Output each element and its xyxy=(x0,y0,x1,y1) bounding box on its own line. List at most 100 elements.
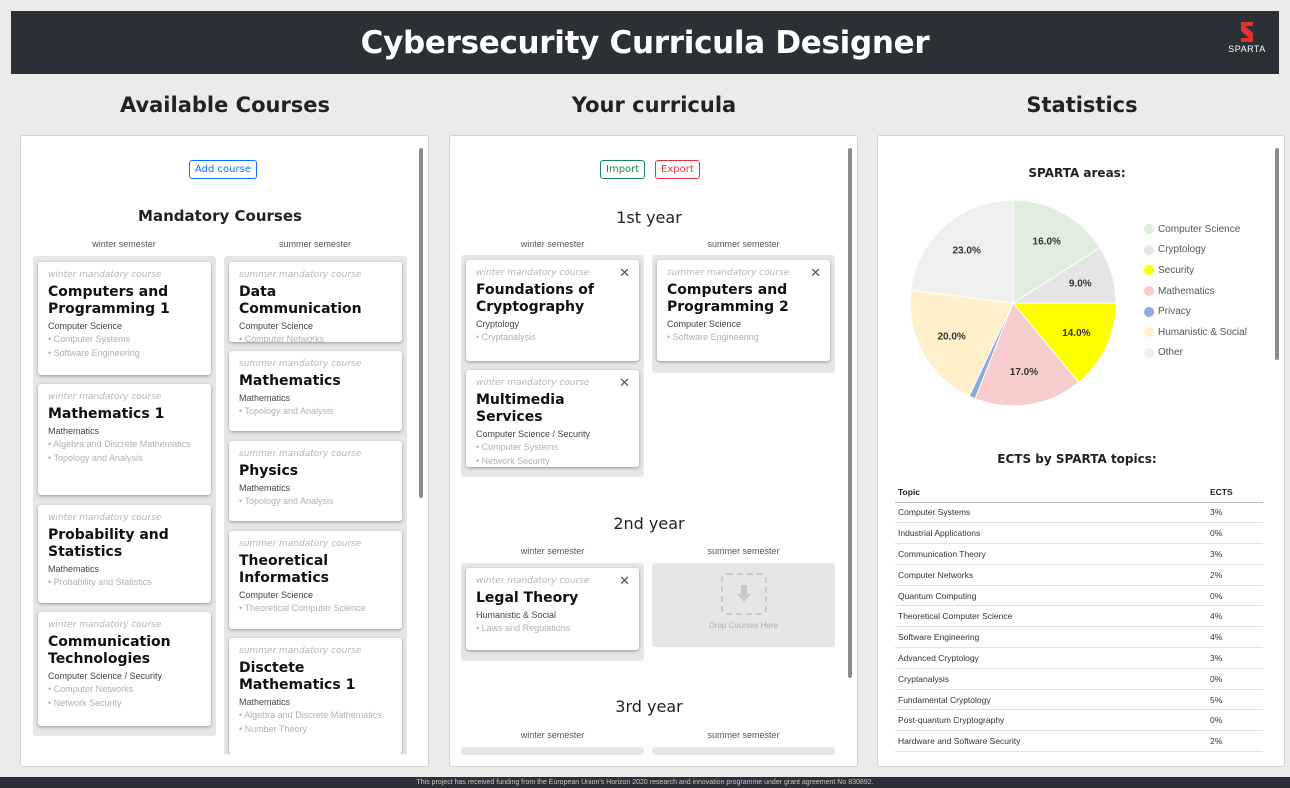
course-topic: • Software Engineering xyxy=(48,348,140,358)
footer: This project has received funding from t… xyxy=(0,777,1290,788)
course-card[interactable]: winter mandatory course Probability and … xyxy=(38,505,211,603)
course-type: winter mandatory course xyxy=(48,392,162,402)
course-type: winter mandatory course xyxy=(476,378,590,388)
year1-summer-label: summer semester xyxy=(707,239,780,249)
legend-item[interactable]: Other xyxy=(1144,343,1247,364)
course-topic: • Topology and Analysis xyxy=(239,496,334,506)
course-type: winter mandatory course xyxy=(48,513,162,523)
course-area: Computer Science / Security xyxy=(48,671,163,681)
topic-cell: Software Engineering xyxy=(895,626,1207,649)
course-title: Computers and Programming 1 xyxy=(48,284,170,317)
year3-summer-dropzone[interactable] xyxy=(652,747,835,755)
year3-winter-dropzone[interactable] xyxy=(461,747,644,755)
course-topic: • Topology and Analysis xyxy=(239,406,334,416)
course-topic: • Computer Networks xyxy=(239,334,325,342)
legend-swatch xyxy=(1144,347,1154,358)
course-topic: • Network Security xyxy=(476,456,550,466)
table-row: Advanced Cryptology 3% xyxy=(895,647,1263,669)
topic-cell: Advanced Cryptology xyxy=(895,647,1207,669)
course-title: Communication Technologies xyxy=(48,634,171,667)
course-card[interactable]: summer mandatory course Mathematics Math… xyxy=(229,351,402,431)
pie-legend: Computer Science Cryptology Security Mathem… xyxy=(1144,219,1247,363)
course-topic: • Algebra and Discrete Mathematics xyxy=(48,439,191,449)
remove-course-icon[interactable]: ✕ xyxy=(619,375,630,391)
export-button[interactable]: Export xyxy=(655,160,700,179)
course-area: Computer Science xyxy=(667,319,742,329)
legend-label: Humanistic & Social xyxy=(1158,326,1247,338)
legend-item[interactable]: Privacy xyxy=(1144,301,1247,322)
course-topic: • Laws and Regulations xyxy=(476,623,571,633)
course-topic: • Number Theory xyxy=(239,724,308,734)
legend-item[interactable]: Security xyxy=(1144,260,1247,281)
table-row: Communication Theory 3% xyxy=(895,543,1263,565)
topic-cell: Theoretical Computer Science xyxy=(895,605,1207,628)
ects-cell: 4% xyxy=(1207,626,1263,649)
ects-cell: 0% xyxy=(1207,668,1263,690)
legend-item[interactable]: Mathematics xyxy=(1144,281,1247,302)
course-title: Multimedia Services xyxy=(476,392,565,425)
year1-winter-label: winter semester xyxy=(520,239,585,249)
table-row: Quantum Computing 0% xyxy=(895,585,1263,607)
curricula-course-card[interactable]: ✕ summer mandatory course Computers and … xyxy=(657,260,830,361)
table-row: Hardware and Software Security 2% xyxy=(895,730,1263,753)
panel-bottom-mask xyxy=(21,754,428,766)
curricula-course-card[interactable]: ✕ winter mandatory course Multimedia Ser… xyxy=(466,370,639,467)
drop-target-box xyxy=(720,573,767,615)
import-button[interactable]: Import xyxy=(600,160,646,179)
mandatory-courses-title: Mandatory Courses xyxy=(138,207,302,225)
course-topic: • Probability and Statistics xyxy=(48,577,152,587)
curricula-course-card[interactable]: ✕ winter mandatory course Foundations of… xyxy=(466,260,639,361)
legend-label: Cryptology xyxy=(1158,244,1206,256)
remove-course-icon[interactable]: ✕ xyxy=(619,573,630,589)
year-title: 1st year xyxy=(616,208,682,227)
year2-summer-dropzone[interactable]: Drop Courses Here xyxy=(652,563,835,647)
course-card[interactable]: winter mandatory course Mathematics 1 Ma… xyxy=(38,384,211,495)
course-topic: • Computer Systems xyxy=(476,442,559,452)
topic-cell: Communication Theory xyxy=(895,543,1207,565)
topic-cell: Cryptanalysis xyxy=(895,668,1207,690)
course-area: Humanistic & Social xyxy=(476,610,557,620)
legend-item[interactable]: Computer Science xyxy=(1144,219,1247,240)
table-row: Computer Systems 3% xyxy=(895,502,1263,524)
available-scrollbar[interactable] xyxy=(419,148,423,498)
course-card[interactable]: summer mandatory course Data Communicati… xyxy=(229,262,402,342)
pie-slice-label: 14.0% xyxy=(1062,328,1090,339)
legend-item[interactable]: Humanistic & Social xyxy=(1144,322,1247,343)
add-course-button[interactable]: Add course xyxy=(189,160,257,179)
year2-winter-label: winter semester xyxy=(520,546,585,556)
course-type: summer mandatory course xyxy=(667,268,790,278)
drop-courses-text: Drop Courses Here xyxy=(709,621,778,630)
statistics-title: Statistics xyxy=(1026,93,1138,117)
course-type: summer mandatory course xyxy=(239,449,362,459)
course-area: Mathematics xyxy=(48,564,100,574)
header-bar: Cybersecurity Curricula Designer SPARTA xyxy=(11,11,1279,74)
pie-slice-label: 16.0% xyxy=(1033,237,1061,248)
curricula-course-card[interactable]: ✕ winter mandatory course Legal Theory H… xyxy=(466,568,639,650)
pie-slice-label: 20.0% xyxy=(937,332,965,343)
pie-slice-label: 17.0% xyxy=(1010,367,1038,378)
remove-course-icon[interactable]: ✕ xyxy=(619,265,630,281)
course-area: Cryptology xyxy=(476,319,520,329)
table-row: Software Engineering 4% xyxy=(895,626,1263,649)
course-card[interactable]: winter mandatory course Computers and Pr… xyxy=(38,262,211,375)
course-topic: • Computer Networks xyxy=(48,684,134,694)
curricula-scrollbar[interactable] xyxy=(848,148,852,678)
year-title: 2nd year xyxy=(613,514,685,533)
ects-cell: 0% xyxy=(1207,585,1263,607)
course-card[interactable]: summer mandatory course Physics Mathemat… xyxy=(229,441,402,521)
remove-course-icon[interactable]: ✕ xyxy=(810,265,821,281)
course-card[interactable]: summer mandatory course Theoretical Info… xyxy=(229,531,402,629)
year3-summer-label: summer semester xyxy=(707,730,780,740)
course-card[interactable]: winter mandatory course Communication Te… xyxy=(38,612,211,726)
legend-swatch xyxy=(1144,306,1154,317)
legend-swatch xyxy=(1144,265,1154,276)
ects-cell: 3% xyxy=(1207,647,1263,669)
sparta-logo[interactable]: SPARTA xyxy=(1225,21,1269,65)
course-type: winter mandatory course xyxy=(476,576,590,586)
course-card[interactable]: summer mandatory course Disctete Mathema… xyxy=(229,638,402,754)
legend-swatch xyxy=(1144,224,1154,235)
year-title: 3rd year xyxy=(615,697,683,716)
ects-cell: 0% xyxy=(1207,522,1263,545)
course-title: Physics xyxy=(239,463,299,479)
legend-item[interactable]: Cryptology xyxy=(1144,240,1247,261)
